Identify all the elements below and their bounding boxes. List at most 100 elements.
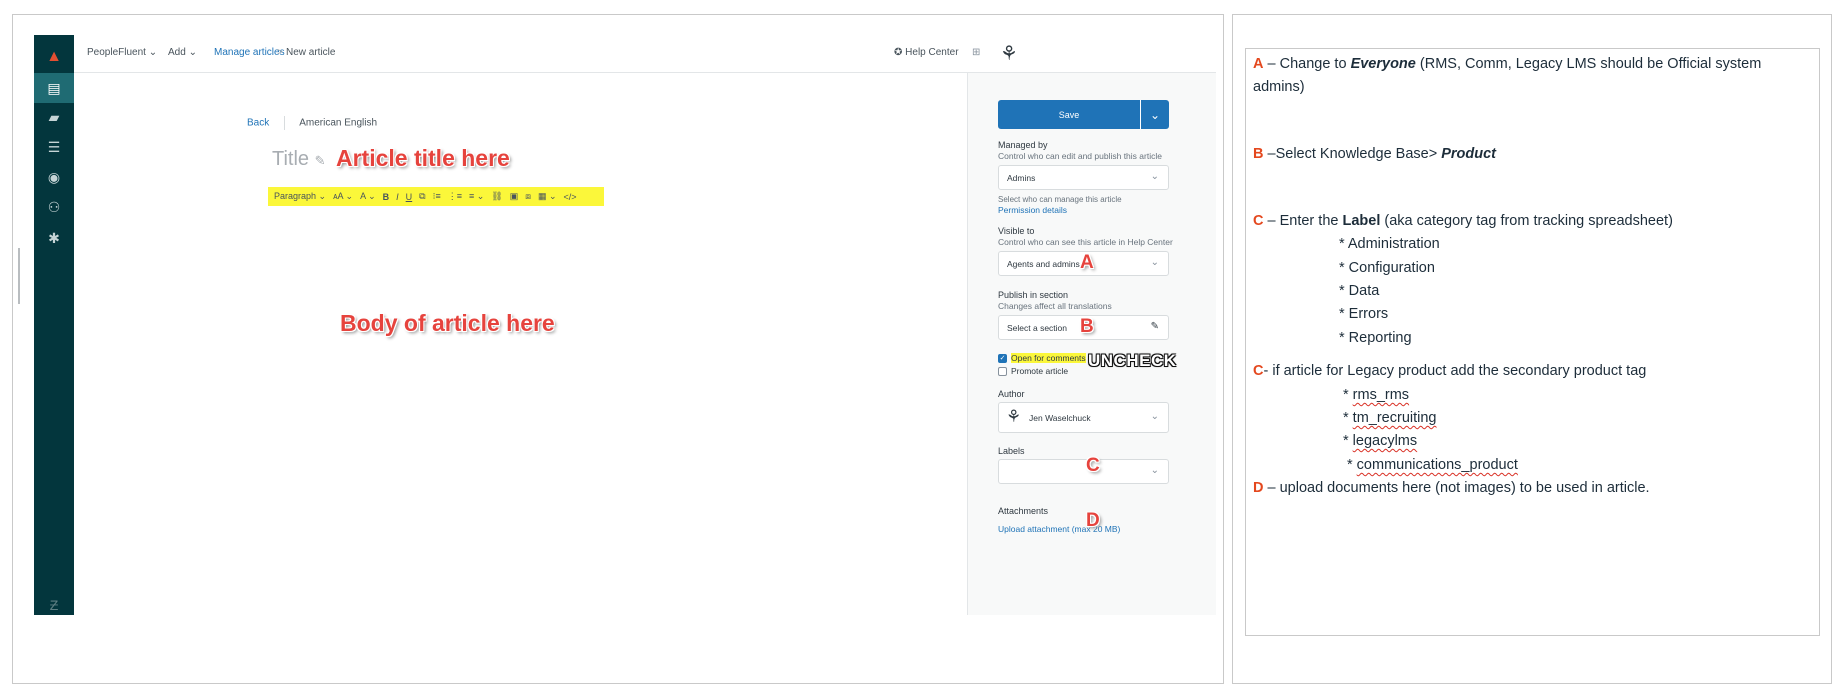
- annotation-a: A: [1080, 252, 1094, 273]
- annotation-d: D: [1086, 510, 1100, 531]
- top-bar: PeopleFluent ⌄ Add ⌄ Manage articles > N…: [74, 35, 1216, 73]
- note-b-bold: Product: [1441, 146, 1497, 162]
- visible-to-value: Agents and admins: [1007, 258, 1080, 269]
- author-avatar-icon: ⚘: [1006, 407, 1022, 426]
- lifebuoy-icon: ✪: [894, 47, 903, 58]
- breadcrumb-separator: >: [277, 47, 283, 58]
- help-center-link[interactable]: ✪ Help Center: [894, 47, 959, 58]
- note-a-bold: Everyone: [1350, 56, 1416, 72]
- annotation-body: Body of article here: [340, 310, 555, 336]
- annotation-b: B: [1080, 316, 1094, 337]
- labels-input[interactable]: ⌄: [998, 459, 1169, 484]
- annotation-uncheck: UNCHECK: [1088, 351, 1177, 370]
- open-comments-checkbox[interactable]: ✓ Open for comments: [998, 353, 1086, 363]
- toolbar-paragraph[interactable]: Paragraph ⌄: [274, 191, 326, 202]
- open-comments-label: Open for comments: [1011, 353, 1086, 363]
- users-icon[interactable]: ⚇: [34, 192, 74, 222]
- annotation-title: Article title here: [336, 145, 510, 171]
- note-c-bold: Label: [1342, 213, 1381, 229]
- zendesk-logo-icon[interactable]: ▲: [34, 42, 74, 72]
- note-c-item: * Administration: [1339, 236, 1440, 252]
- note-c-letter: C: [1253, 213, 1264, 229]
- permission-details-link[interactable]: Permission details: [998, 205, 1067, 215]
- chevron-down-icon: ⌄: [1150, 465, 1159, 476]
- managed-by-label: Managed by: [998, 140, 1048, 150]
- note-c-item: * Data: [1339, 283, 1380, 299]
- toolbar-text-color[interactable]: A ⌄: [360, 191, 376, 202]
- publish-section-value: Select a section: [1007, 322, 1068, 333]
- note-c-item: * Errors: [1339, 306, 1389, 322]
- guide-book-icon[interactable]: ▤: [34, 73, 74, 103]
- managed-by-note: Select who can manage this article: [998, 195, 1122, 204]
- breadcrumb-manage-articles[interactable]: Manage articles: [214, 47, 285, 58]
- title-input[interactable]: Title ✎: [272, 148, 326, 171]
- managed-by-hint: Control who can edit and publish this ar…: [998, 151, 1162, 161]
- note-tag-item: * tm_recruiting: [1343, 410, 1437, 426]
- note-a-text: – Change to: [1263, 56, 1351, 72]
- zendesk-z-icon[interactable]: Ƶ: [34, 597, 74, 613]
- save-button[interactable]: Save ⌄: [998, 100, 1169, 129]
- add-menu[interactable]: Add ⌄: [168, 47, 197, 58]
- breadcrumb-current: New article: [286, 47, 336, 58]
- pencil-icon[interactable]: ✎: [1151, 321, 1159, 332]
- upload-attachment-link[interactable]: Upload attachment (max 20 MB): [998, 524, 1120, 534]
- gear-icon[interactable]: ✱: [34, 223, 74, 253]
- toolbar-media-icon[interactable]: ⧈: [525, 191, 531, 202]
- toolbar-image-icon[interactable]: ▣: [510, 191, 519, 202]
- note-d-letter: D: [1253, 480, 1264, 496]
- eye-icon[interactable]: ◉: [34, 162, 74, 192]
- toolbar-align-icon[interactable]: ≡ ⌄: [469, 191, 484, 202]
- chevron-down-icon: ⌄: [1150, 171, 1159, 182]
- save-label[interactable]: Save: [998, 100, 1140, 129]
- promote-article-checkbox[interactable]: Promote article: [998, 366, 1068, 376]
- author-value: Jen Waselchuck: [1029, 412, 1091, 423]
- note-d: D – upload documents here (not images) t…: [1253, 477, 1812, 500]
- chevron-down-icon: ⌄: [1150, 411, 1159, 422]
- note-b: B –Select Knowledge Base> Product: [1253, 143, 1812, 166]
- note-d-text: – upload documents here (not images) to …: [1263, 480, 1650, 496]
- note-c-text: – Enter the: [1263, 213, 1343, 229]
- toolbar-code-icon[interactable]: </>: [564, 192, 577, 202]
- note-b-letter: B: [1253, 146, 1264, 162]
- toolbar-table-icon[interactable]: ▦ ⌄: [538, 191, 557, 202]
- apps-grid-icon[interactable]: ⊞: [972, 47, 980, 58]
- toolbar-bullet-list-icon[interactable]: ⋮≡: [448, 191, 462, 202]
- back-link[interactable]: Back: [247, 118, 269, 129]
- annotation-c: C: [1086, 455, 1100, 476]
- toolbar-clear-format-icon[interactable]: ⧉: [419, 191, 425, 202]
- visible-to-label: Visible to: [998, 226, 1035, 236]
- note-c2-letter: C: [1253, 363, 1264, 379]
- publish-section-hint: Changes affect all translations: [998, 301, 1112, 311]
- toolbar-link-icon[interactable]: ⛓: [491, 191, 502, 202]
- formatting-toolbar: Paragraph ⌄ ᴀA ⌄ A ⌄ B I U ⧉ ⁝≡ ⋮≡ ≡ ⌄ ⛓…: [268, 187, 604, 206]
- toolbar-font-size[interactable]: ᴀA ⌄: [333, 191, 353, 202]
- attachments-label: Attachments: [998, 506, 1049, 516]
- managed-by-select[interactable]: Admins ⌄: [998, 165, 1169, 190]
- author-select[interactable]: ⚘ Jen Waselchuck ⌄: [998, 402, 1169, 433]
- checkbox-unchecked-icon[interactable]: [998, 366, 1007, 376]
- instructions-notes: A – Change to Everyone (RMS, Comm, Legac…: [1245, 48, 1820, 636]
- note-b-text: –Select Knowledge Base>: [1263, 146, 1442, 162]
- language-label[interactable]: American English: [299, 118, 377, 129]
- pencil-icon: ✎: [314, 153, 326, 168]
- visible-to-hint: Control who can see this article in Help…: [998, 237, 1173, 247]
- user-avatar-icon[interactable]: ⚘: [1000, 41, 1018, 66]
- managed-by-value: Admins: [1007, 172, 1036, 183]
- toolbar-underline[interactable]: U: [406, 192, 413, 202]
- brand-menu[interactable]: PeopleFluent ⌄: [87, 47, 157, 58]
- list-icon[interactable]: ☰: [34, 132, 74, 162]
- labels-label: Labels: [998, 446, 1025, 456]
- editor-nav-row: Back American English: [247, 116, 377, 130]
- checkbox-checked-icon[interactable]: ✓: [998, 353, 1007, 363]
- article-settings-panel: Save ⌄ Managed by Control who can edit a…: [967, 73, 1216, 615]
- alert-icon[interactable]: ▰: [34, 102, 74, 132]
- note-tag-item: * rms_rms: [1343, 387, 1410, 403]
- chevron-down-icon[interactable]: ⌄: [1141, 100, 1169, 129]
- toolbar-italic[interactable]: I: [396, 192, 399, 202]
- chevron-down-icon: ⌄: [1150, 257, 1159, 268]
- note-c: C – Enter the Label (aka category tag fr…: [1253, 210, 1812, 233]
- note-a: A – Change to Everyone (RMS, Comm, Legac…: [1253, 53, 1812, 99]
- promote-article-label: Promote article: [1011, 366, 1069, 376]
- toolbar-ordered-list-icon[interactable]: ⁝≡: [433, 191, 441, 202]
- toolbar-bold[interactable]: B: [383, 192, 390, 202]
